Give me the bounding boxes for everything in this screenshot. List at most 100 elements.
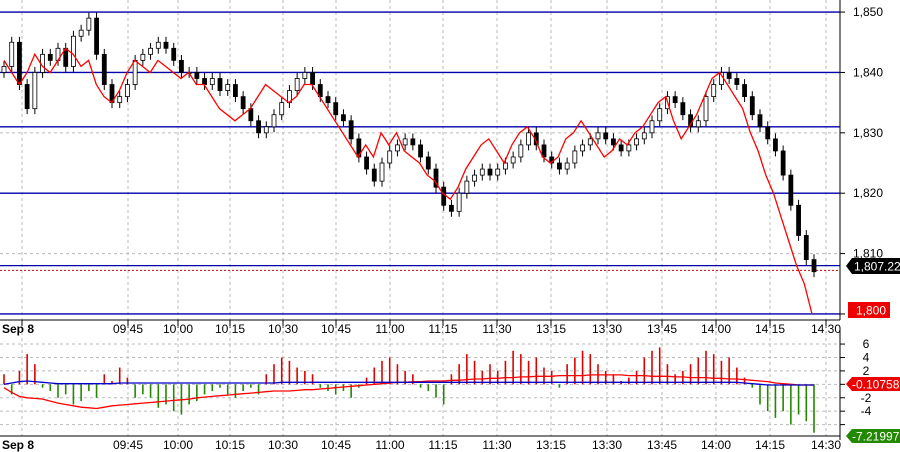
price-candle-body xyxy=(726,72,732,79)
oscillator-blue-flag: -0.10758 xyxy=(846,377,900,392)
price-candle-body xyxy=(132,59,138,85)
price-candle-body xyxy=(464,180,470,194)
price-candle-body xyxy=(17,41,22,85)
price-candle-body xyxy=(572,150,578,164)
price-candle-body xyxy=(248,108,254,122)
price-candle-body xyxy=(209,78,215,85)
price-candle-body xyxy=(657,108,663,122)
price-candle-body xyxy=(695,120,701,128)
oscillator-y-tick-label: -2 xyxy=(861,391,872,405)
price-candle-body xyxy=(618,144,624,152)
price-candle-body xyxy=(163,41,169,49)
price-candle-body xyxy=(557,162,562,170)
oscillator-x-tick-label: 13:15 xyxy=(536,438,566,452)
price-candle-body xyxy=(179,59,184,73)
price-candle-body xyxy=(456,192,462,212)
oscillator-x-tick-label: 10:00 xyxy=(163,438,193,452)
price-candle-body xyxy=(371,168,377,182)
price-candle-body xyxy=(217,78,223,91)
price-candle-body xyxy=(348,120,354,140)
price-candle-body xyxy=(240,96,246,110)
price-candle-body xyxy=(649,120,655,134)
oscillator-x-tick-label: 11:30 xyxy=(482,438,511,452)
price-candle-body xyxy=(811,259,817,273)
price-candle-body xyxy=(125,84,130,98)
oscillator-x-tick-label: 09:45 xyxy=(113,438,143,452)
oscillator-x-tick-label: 14:00 xyxy=(701,438,731,452)
oscillator-x-tick-label: 14:30 xyxy=(811,438,841,452)
price-candle-body xyxy=(155,41,161,49)
price-candle-body xyxy=(387,150,393,164)
price-candle-body xyxy=(680,102,686,116)
price-candle-body xyxy=(101,53,107,85)
price-candle-body xyxy=(9,41,15,67)
price-candle-body xyxy=(47,53,53,61)
oscillator-last-flag: -7.21997 xyxy=(846,429,900,444)
price-x-tick-label: Sep 8 xyxy=(2,322,34,336)
price-y-tick-label: 1,820 xyxy=(853,186,883,200)
red-line-label: 1,800 xyxy=(856,304,886,318)
oscillator-x-tick-label: 13:45 xyxy=(647,438,677,452)
price-y-tick-label: 1,840 xyxy=(853,65,883,79)
price-candle-body xyxy=(603,132,609,140)
price-candle-body xyxy=(641,132,647,140)
price-candle-body xyxy=(225,84,231,91)
oscillator-y-tick-label: -4 xyxy=(861,404,872,418)
last-price-label: 1,807.22 xyxy=(854,260,900,274)
price-candle-body xyxy=(333,102,339,116)
price-candle-body xyxy=(341,114,346,122)
last-price-flag: 1,807.22 xyxy=(846,258,900,274)
price-candle-body xyxy=(510,156,516,164)
oscillator-y-tick-label: 2 xyxy=(863,364,870,378)
oscillator-x-tick-label: Sep 8 xyxy=(2,438,34,452)
price-candle-body xyxy=(441,186,447,206)
price-candle-body xyxy=(634,138,639,146)
price-candle-body xyxy=(711,84,717,98)
price-candle-body xyxy=(703,96,709,122)
price-candle-body xyxy=(749,96,755,116)
price-candle-body xyxy=(526,132,531,146)
price-candle-body xyxy=(479,168,485,176)
price-candle-body xyxy=(564,162,570,170)
oscillator-x-tick-label: 14:15 xyxy=(755,438,785,452)
price-candle-body xyxy=(271,114,277,128)
price-candle-body xyxy=(611,138,616,146)
price-candle-body xyxy=(78,29,84,37)
price-candle-body xyxy=(472,174,477,182)
price-candle-body xyxy=(86,17,92,31)
price-candle-body xyxy=(148,47,153,55)
price-candle-body xyxy=(310,72,315,85)
price-candle-body xyxy=(773,138,778,152)
price-candle-body xyxy=(32,72,38,110)
price-candle-body xyxy=(263,126,269,134)
price-candle-body xyxy=(449,204,454,212)
price-candle-body xyxy=(595,132,601,140)
oscillator-x-tick-label: 10:15 xyxy=(215,438,245,452)
oscillator-y-tick-label: 6 xyxy=(863,337,870,351)
price-y-tick-label: 1,850 xyxy=(853,5,883,19)
price-y-tick-label: 1,830 xyxy=(853,126,883,140)
price-candle-body xyxy=(487,168,493,176)
price-candle-body xyxy=(294,78,300,91)
red-line-flag: 1,800 xyxy=(848,302,890,318)
price-candle-body xyxy=(518,144,524,158)
price-candle-body xyxy=(379,162,385,182)
oscillator-blue-label: -0.10758 xyxy=(852,378,900,392)
price-candle-body xyxy=(765,126,771,140)
price-candle-body xyxy=(788,174,794,206)
price-candle-body xyxy=(279,102,285,116)
price-candle-body xyxy=(325,96,331,104)
price-candle-body xyxy=(734,78,740,85)
price-candle-body xyxy=(24,84,30,110)
oscillator-x-tick-label: 11:15 xyxy=(428,438,457,452)
price-candle-body xyxy=(256,120,261,134)
price-candle-body xyxy=(757,114,763,128)
price-candle-body xyxy=(425,156,431,170)
price-candle-body xyxy=(780,150,786,176)
oscillator-x-tick-label: 11:00 xyxy=(375,438,404,452)
price-candle-body xyxy=(202,78,207,85)
price-candle-body xyxy=(796,204,801,236)
price-candle-body xyxy=(495,168,501,176)
price-candle-body xyxy=(672,96,678,104)
oscillator-x-tick-label: 10:30 xyxy=(268,438,298,452)
